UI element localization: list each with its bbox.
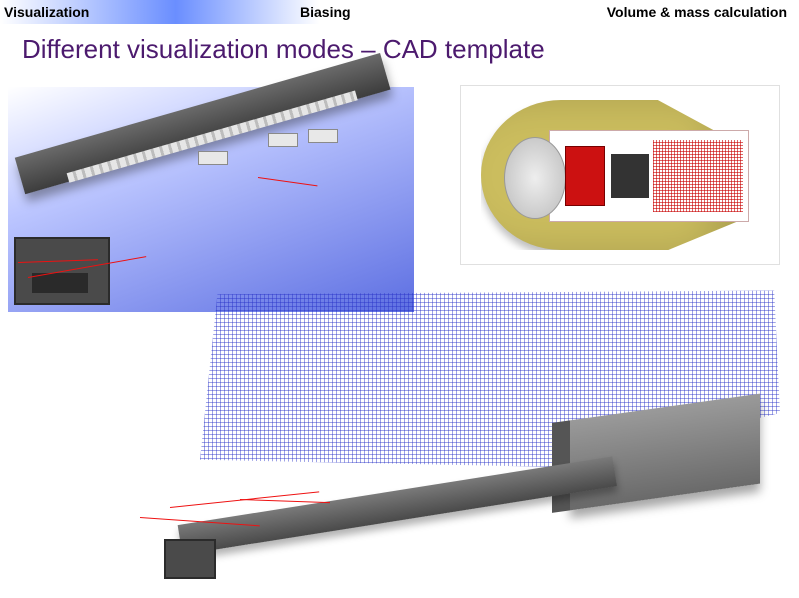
figure-area xyxy=(0,77,799,597)
section-tabs: Visualization Biasing Volume & mass calc… xyxy=(0,0,799,24)
tab-volume-mass: Volume & mass calculation xyxy=(530,4,799,20)
detector-internals xyxy=(557,134,747,218)
particle-track xyxy=(258,177,318,186)
inner-cylinder xyxy=(565,146,605,206)
solid-endcap xyxy=(164,539,216,579)
figure-wireframe-mixed xyxy=(200,287,790,587)
component-chip xyxy=(268,133,298,147)
particle-track xyxy=(240,499,330,503)
figure-beamline-solid xyxy=(8,87,414,312)
figure-detector-cutaway xyxy=(460,85,780,265)
component-chip xyxy=(198,151,228,165)
tab-visualization: Visualization xyxy=(0,4,300,20)
slide-title: Different visualization modes – CAD temp… xyxy=(22,34,799,65)
component-chip xyxy=(308,129,338,143)
tab-biasing: Biasing xyxy=(300,4,530,20)
inner-block xyxy=(611,154,649,198)
inner-mesh xyxy=(653,140,743,212)
